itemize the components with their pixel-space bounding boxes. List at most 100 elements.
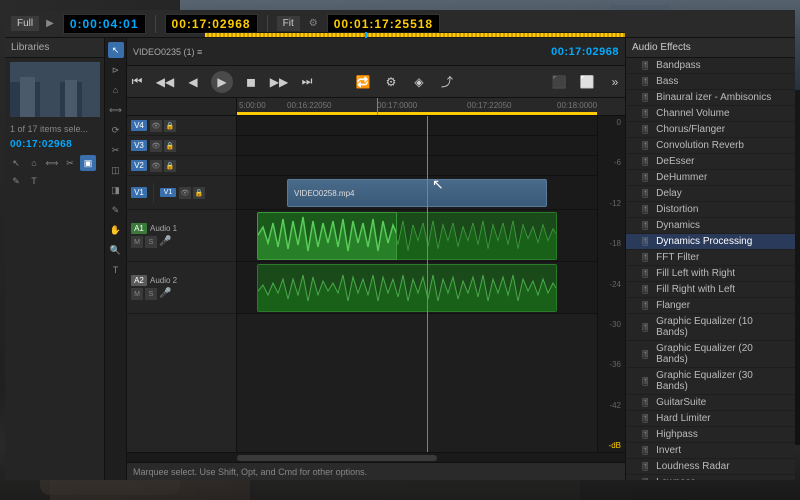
effect-item-18[interactable]: 🎚Graphic Equalizer (30 Bands) <box>626 368 795 395</box>
effect-item-8[interactable]: 🎚Delay <box>626 186 795 202</box>
scrollbar-thumb[interactable] <box>237 455 437 461</box>
sequence-timecode[interactable]: 00:17:02968 <box>551 46 619 58</box>
razor-tool-sidebar[interactable]: ✂ <box>108 142 124 158</box>
rate-stretch-tool[interactable]: ⟳ <box>108 122 124 138</box>
effect-item-7[interactable]: 🎚DeHummer <box>626 170 795 186</box>
track-select-tool[interactable]: ⊳ <box>108 62 124 78</box>
v2-toggle-lock[interactable]: 🔒 <box>164 160 176 172</box>
effect-item-5[interactable]: 🎚Convolution Reverb <box>626 138 795 154</box>
zoom-dropdown-left[interactable]: Full <box>11 16 39 31</box>
timecode-left[interactable]: 0:00:04:01 <box>63 14 146 34</box>
effects-list[interactable]: 🎚Bandpass🎚Bass🎚Binaural izer - Ambisonic… <box>626 58 795 480</box>
v1-toggle-eye[interactable]: 👁 <box>179 187 191 199</box>
zoom-tool[interactable]: 🔍 <box>108 242 124 258</box>
rate-tool[interactable]: ⟺ <box>44 155 60 171</box>
effect-item-14[interactable]: 🎚Fill Right with Left <box>626 282 795 298</box>
play-button[interactable]: ▶ <box>211 71 233 93</box>
export-btn[interactable]: ⤴ <box>437 72 457 92</box>
v1-clip[interactable]: VIDEO0258.mp4 <box>287 179 547 207</box>
db-0: 0 <box>598 118 625 127</box>
v2-toggle-eye[interactable]: 👁 <box>150 160 162 172</box>
step-forward[interactable]: ▶▶ <box>269 72 289 92</box>
effect-label-2: Binaural izer - Ambisonics <box>656 92 771 103</box>
a1-solo-btn[interactable]: S <box>145 236 157 248</box>
loop-button[interactable]: 🔁 <box>353 72 373 92</box>
zoom-dropdown-fit[interactable]: Fit <box>277 16 300 31</box>
effect-item-9[interactable]: 🎚Distortion <box>626 202 795 218</box>
effect-label-0: Bandpass <box>656 60 700 71</box>
effect-item-20[interactable]: 🎚Hard Limiter <box>626 411 795 427</box>
slide-tool[interactable]: ◨ <box>108 182 124 198</box>
effect-item-19[interactable]: 🎚GuitarSuite <box>626 395 795 411</box>
effect-label-24: Lowpass <box>656 477 695 480</box>
effect-item-17[interactable]: 🎚Graphic Equalizer (20 Bands) <box>626 341 795 368</box>
thumbnail-svg <box>10 62 100 117</box>
cursor-tool[interactable]: ▶ <box>43 17 57 30</box>
effect-item-22[interactable]: 🎚Invert <box>626 443 795 459</box>
hand-tool[interactable]: ✋ <box>108 222 124 238</box>
a2-clip[interactable] <box>257 264 557 312</box>
effect-item-1[interactable]: 🎚Bass <box>626 74 795 90</box>
timeline-scrollbar[interactable] <box>127 452 625 462</box>
a2-mute-btn[interactable]: M <box>131 288 143 300</box>
type-tool-sidebar[interactable]: T <box>108 262 124 278</box>
effect-item-16[interactable]: 🎚Graphic Equalizer (10 Bands) <box>626 314 795 341</box>
effect-icon-24: 🎚 <box>640 478 650 480</box>
extra-btn-1[interactable]: ⬛ <box>549 72 569 92</box>
type-tool[interactable]: T <box>26 173 42 189</box>
effect-item-24[interactable]: 🎚 Lowpass <box>626 475 795 480</box>
timecode-center[interactable]: 00:17:02968 <box>165 14 258 34</box>
ripple-tool[interactable]: ⌂ <box>26 155 42 171</box>
go-to-in-point[interactable]: ⏮ <box>127 72 147 92</box>
effect-item-4[interactable]: 🎚Chorus/Flanger <box>626 122 795 138</box>
effect-item-13[interactable]: 🎚Fill Left with Right <box>626 266 795 282</box>
effect-item-23[interactable]: 🎚Loudness Radar <box>626 459 795 475</box>
effect-item-6[interactable]: 🎚DeEsser <box>626 154 795 170</box>
track-body-area[interactable]: VIDEO0258.mp4 <box>237 116 597 452</box>
ripple-edit-tool[interactable]: ⌂ <box>108 82 124 98</box>
ruler-area[interactable]: 5:00:00 00:16:22050 00:17:0000 00:17:220… <box>237 98 597 115</box>
razor-tool[interactable]: ✂ <box>62 155 78 171</box>
step-back[interactable]: ◀◀ <box>155 72 175 92</box>
v3-toggle-eye[interactable]: 👁 <box>150 140 162 152</box>
effect-item-10[interactable]: 🎚Dynamics <box>626 218 795 234</box>
pen-tool-sidebar[interactable]: ✎ <box>108 202 124 218</box>
go-to-out-point[interactable]: ⏭ <box>297 72 317 92</box>
effect-item-21[interactable]: 🎚Highpass <box>626 427 795 443</box>
main-content: Libraries 1 of 17 items sele... 00:17:02… <box>5 38 795 480</box>
effect-item-0[interactable]: 🎚Bandpass <box>626 58 795 74</box>
v2-label: V2 <box>131 160 147 171</box>
effect-item-15[interactable]: 🎚Flanger <box>626 298 795 314</box>
a1-mute-btn[interactable]: M <box>131 236 143 248</box>
pointer-tool[interactable]: ↖ <box>8 155 24 171</box>
effect-item-11[interactable]: 🎚Dynamics Processing <box>626 234 795 250</box>
effect-item-3[interactable]: 🎚Channel Volume <box>626 106 795 122</box>
effect-icon-15: 🎚 <box>640 301 650 310</box>
v4-toggle-lock[interactable]: 🔒 <box>164 120 176 132</box>
v1-toggle-lock[interactable]: 🔒 <box>193 187 205 199</box>
a2-solo-btn[interactable]: S <box>145 288 157 300</box>
extra-btn-2[interactable]: ⬜ <box>577 72 597 92</box>
effect-item-2[interactable]: 🎚Binaural izer - Ambisonics <box>626 90 795 106</box>
v3-toggle-lock[interactable]: 🔒 <box>164 140 176 152</box>
pen-tool[interactable]: ✎ <box>8 173 24 189</box>
slip-tool-sidebar[interactable]: ◫ <box>108 162 124 178</box>
effect-item-12[interactable]: 🎚FFT Filter <box>626 250 795 266</box>
timecode-right[interactable]: 00:01:17:25518 <box>327 14 440 34</box>
v2-track <box>237 156 597 176</box>
slip-tool[interactable]: ▣ <box>80 155 96 171</box>
effect-icon-8: 🎚 <box>640 189 650 198</box>
play-reverse[interactable]: ◀ <box>183 72 203 92</box>
effects-header: Audio Effects <box>626 38 795 58</box>
settings-icon[interactable]: ⚙ <box>306 17 321 30</box>
media-thumbnail[interactable] <box>10 62 100 117</box>
a1-waveform-section2 <box>258 213 397 260</box>
rolling-edit-tool[interactable]: ⟺ <box>108 102 124 118</box>
select-tool[interactable]: ↖ <box>108 42 124 58</box>
v4-toggle-eye[interactable]: 👁 <box>150 120 162 132</box>
extra-btn-3[interactable]: » <box>605 72 625 92</box>
effect-label-23: Loudness Radar <box>656 461 729 472</box>
add-marker[interactable]: ◈ <box>409 72 429 92</box>
settings-btn[interactable]: ⚙ <box>381 72 401 92</box>
stop-button[interactable]: ◼ <box>241 72 261 92</box>
